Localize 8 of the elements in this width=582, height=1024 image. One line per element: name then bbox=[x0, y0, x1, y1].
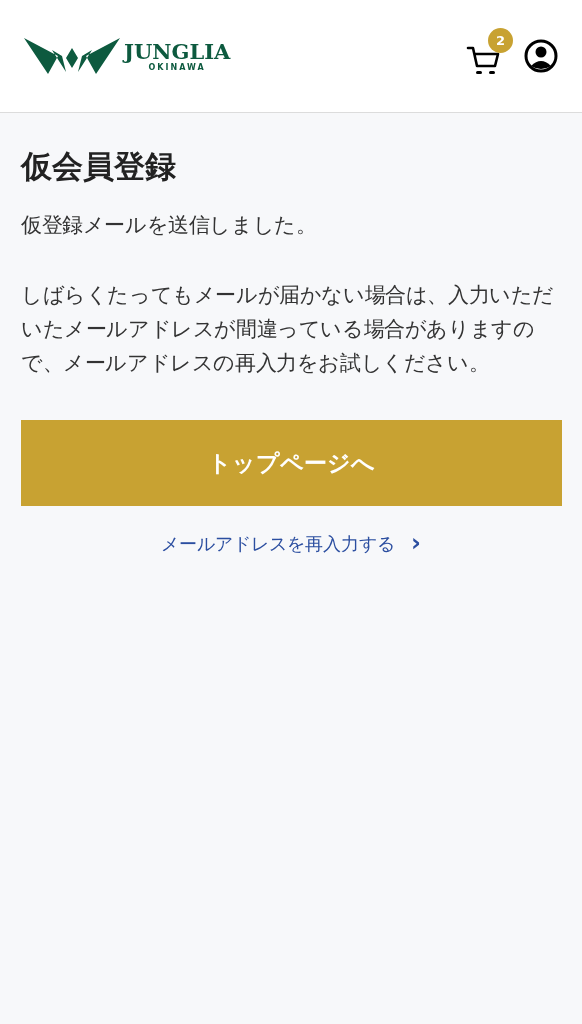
logo-text: JUNGLIA bbox=[124, 40, 231, 62]
account-icon[interactable] bbox=[524, 39, 558, 73]
reenter-email-link[interactable]: メールアドレスを再入力する › bbox=[21, 529, 561, 557]
message-text: 仮登録メールを送信しました。 bbox=[21, 211, 318, 239]
message-text: しばらくたってもメールが届かない場合は、入力いただいたメールアドレスが間違っている場合がありますので、メールアドレスの再入力をお試しください。 bbox=[21, 281, 555, 377]
logo-subtext: OKINAWA bbox=[148, 63, 206, 72]
cart-count-badge: 2 bbox=[488, 28, 513, 53]
page-title: 仮会員登録 bbox=[21, 147, 177, 186]
